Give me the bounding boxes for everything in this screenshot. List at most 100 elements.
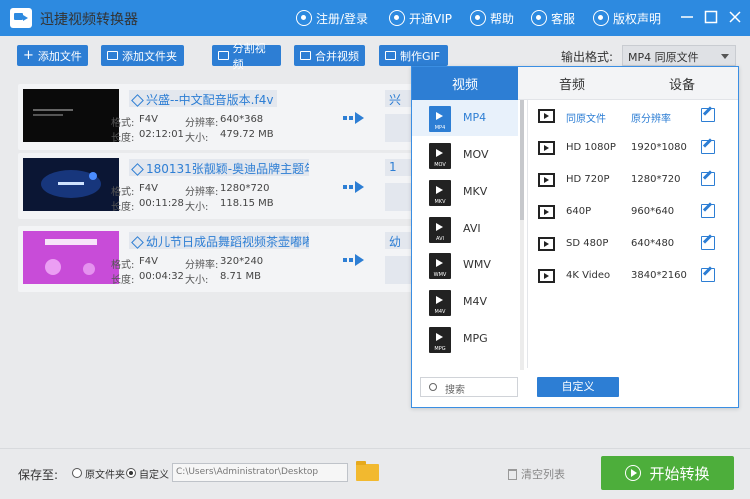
- service-label: 客服: [551, 11, 576, 26]
- folder-add-icon: [107, 51, 118, 60]
- preset-item[interactable]: HD 1080P 1920*1080: [534, 133, 734, 165]
- film-icon: [538, 141, 555, 155]
- copyright-link[interactable]: 版权声明: [593, 9, 661, 27]
- merge-label: 合并视频: [315, 49, 359, 63]
- make-gif-button[interactable]: 制作GIF: [379, 45, 448, 66]
- format-item-mp4[interactable]: MP4 MP4: [412, 100, 518, 136]
- vip-icon: [389, 10, 405, 26]
- start-convert-button[interactable]: 开始转换: [601, 456, 734, 490]
- target-name-text: 幼: [389, 235, 402, 249]
- merge-video-button[interactable]: 合并视频: [294, 45, 365, 66]
- film-icon: [538, 269, 555, 283]
- preset-item[interactable]: 640P 960*640: [534, 197, 734, 229]
- preset-item[interactable]: HD 720P 1280*720: [534, 165, 734, 197]
- preset-item[interactable]: 同原文件 原分辨率: [534, 101, 734, 133]
- edit-preset-icon[interactable]: [701, 204, 715, 218]
- duration-label: 长度:: [111, 133, 135, 144]
- clear-list-label: 清空列表: [521, 468, 565, 481]
- resolution-label: 分辨率:: [185, 118, 219, 129]
- tab-audio[interactable]: 音频: [518, 67, 626, 100]
- film-icon: [538, 237, 555, 251]
- folder-icon[interactable]: [356, 461, 379, 481]
- format-item-m4v[interactable]: M4V M4V: [412, 284, 518, 320]
- edit-preset-icon[interactable]: [701, 140, 715, 154]
- tab-device[interactable]: 设备: [626, 67, 738, 100]
- close-icon[interactable]: [728, 10, 742, 24]
- format-label: AVI: [463, 222, 481, 235]
- preset-resolution: 1920*1080: [631, 142, 687, 153]
- preset-name: 640P: [566, 206, 592, 217]
- split-video-button[interactable]: 分割视频: [212, 42, 281, 71]
- edit-preset-icon[interactable]: [701, 108, 715, 122]
- scrollbar-thumb[interactable]: [520, 100, 524, 220]
- help-link[interactable]: 帮助: [470, 9, 514, 27]
- target-name-text: 兴: [389, 93, 402, 107]
- format-item-mkv[interactable]: MKV MKV: [412, 174, 518, 210]
- minimize-icon[interactable]: [680, 10, 694, 24]
- radio-custom-folder[interactable]: [126, 468, 136, 478]
- mpg-file-icon: MPG: [429, 327, 451, 353]
- vip-link[interactable]: 开通VIP: [389, 9, 452, 27]
- video-thumbnail: [23, 158, 119, 211]
- edit-preset-icon[interactable]: [701, 172, 715, 186]
- format-icon-text: MKV: [434, 199, 446, 205]
- add-folder-button[interactable]: 添加文件夹: [101, 45, 184, 66]
- tab-video[interactable]: 视频: [412, 67, 518, 100]
- resolution-value: 320*240: [220, 256, 264, 267]
- file-name-text: 兴盛--中文配音版本.f4v: [146, 93, 274, 107]
- output-format-value: MP4 同原文件: [628, 51, 699, 64]
- add-file-button[interactable]: + 添加文件: [17, 45, 88, 66]
- login-link[interactable]: 注册/登录: [296, 9, 368, 27]
- scissors-icon: [218, 51, 229, 60]
- mov-file-icon: MOV: [429, 143, 451, 169]
- duration-value: 00:11:28: [139, 198, 184, 209]
- gif-label: 制作GIF: [400, 49, 441, 63]
- gif-icon: [385, 51, 396, 60]
- file-name-text: 180131张靓颖-奥迪品牌主题年...: [146, 162, 309, 176]
- resolution-value: 1280*720: [220, 183, 270, 194]
- video-thumbnail: [23, 89, 119, 142]
- duration-value: 02:12:01: [139, 129, 184, 140]
- file-name[interactable]: 180131张靓颖-奥迪品牌主题年...: [129, 159, 309, 176]
- format-label: M4V: [463, 295, 488, 308]
- file-row[interactable]: 180131张靓颖-奥迪品牌主题年... 格式: F4V 分辨率: 1280*7…: [18, 153, 425, 219]
- format-icon-text: AVI: [436, 236, 444, 242]
- output-format-select[interactable]: MP4 同原文件: [622, 45, 736, 66]
- format-label: 格式:: [111, 118, 135, 129]
- wmv-file-icon: WMV: [429, 253, 451, 279]
- chevron-down-icon: [721, 54, 729, 59]
- format-list: MP4 MP4 MOV MOV MKV MKV AVI AVI WMV WMV M4V M4…: [412, 100, 521, 368]
- output-path-input[interactable]: C:\Users\Administrator\Desktop: [172, 463, 348, 482]
- edit-preset-icon[interactable]: [701, 268, 715, 282]
- format-item-avi[interactable]: AVI AVI: [412, 211, 518, 247]
- custom-format-button[interactable]: 自定义: [537, 377, 619, 397]
- preset-item[interactable]: SD 480P 640*480: [534, 229, 734, 261]
- preset-item[interactable]: 4K Video 3840*2160: [534, 261, 734, 293]
- service-link[interactable]: 客服: [531, 9, 575, 27]
- file-row[interactable]: 兴盛--中文配音版本.f4v 格式: F4V 分辨率: 640*368 长度: …: [18, 84, 425, 150]
- format-icon-text: MOV: [434, 162, 446, 168]
- radio-source-folder[interactable]: [72, 468, 82, 478]
- maximize-icon[interactable]: [704, 10, 718, 24]
- file-row[interactable]: 幼儿节日成品舞蹈视频茶壶嘟嘟... 格式: F4V 分辨率: 320*240 长…: [18, 226, 425, 292]
- format-item-mpg[interactable]: MPG MPG: [412, 321, 518, 357]
- format-label: WMV: [463, 258, 491, 271]
- copyright-icon: [593, 10, 609, 26]
- file-name[interactable]: 兴盛--中文配音版本.f4v: [129, 90, 278, 107]
- format-search-input[interactable]: 搜索: [420, 377, 518, 397]
- clear-list-button[interactable]: 清空列表: [508, 466, 565, 482]
- play-circle-icon: [625, 465, 642, 481]
- format-item-wmv[interactable]: WMV WMV: [412, 247, 518, 283]
- format-item-mov[interactable]: MOV MOV: [412, 137, 518, 173]
- convert-arrow-icon: [343, 254, 367, 266]
- format-icon-text: M4V: [434, 309, 446, 315]
- size-value: 8.71 MB: [220, 271, 261, 282]
- size-label: 大小:: [185, 275, 209, 286]
- add-file-label: 添加文件: [37, 49, 82, 63]
- app-title: 迅捷视频转换器: [40, 12, 138, 28]
- film-icon: [538, 173, 555, 187]
- file-name[interactable]: 幼儿节日成品舞蹈视频茶壶嘟嘟...: [129, 232, 309, 249]
- preset-resolution: 640*480: [631, 238, 675, 249]
- format-list-scrollbar[interactable]: [520, 100, 524, 370]
- edit-preset-icon[interactable]: [701, 236, 715, 250]
